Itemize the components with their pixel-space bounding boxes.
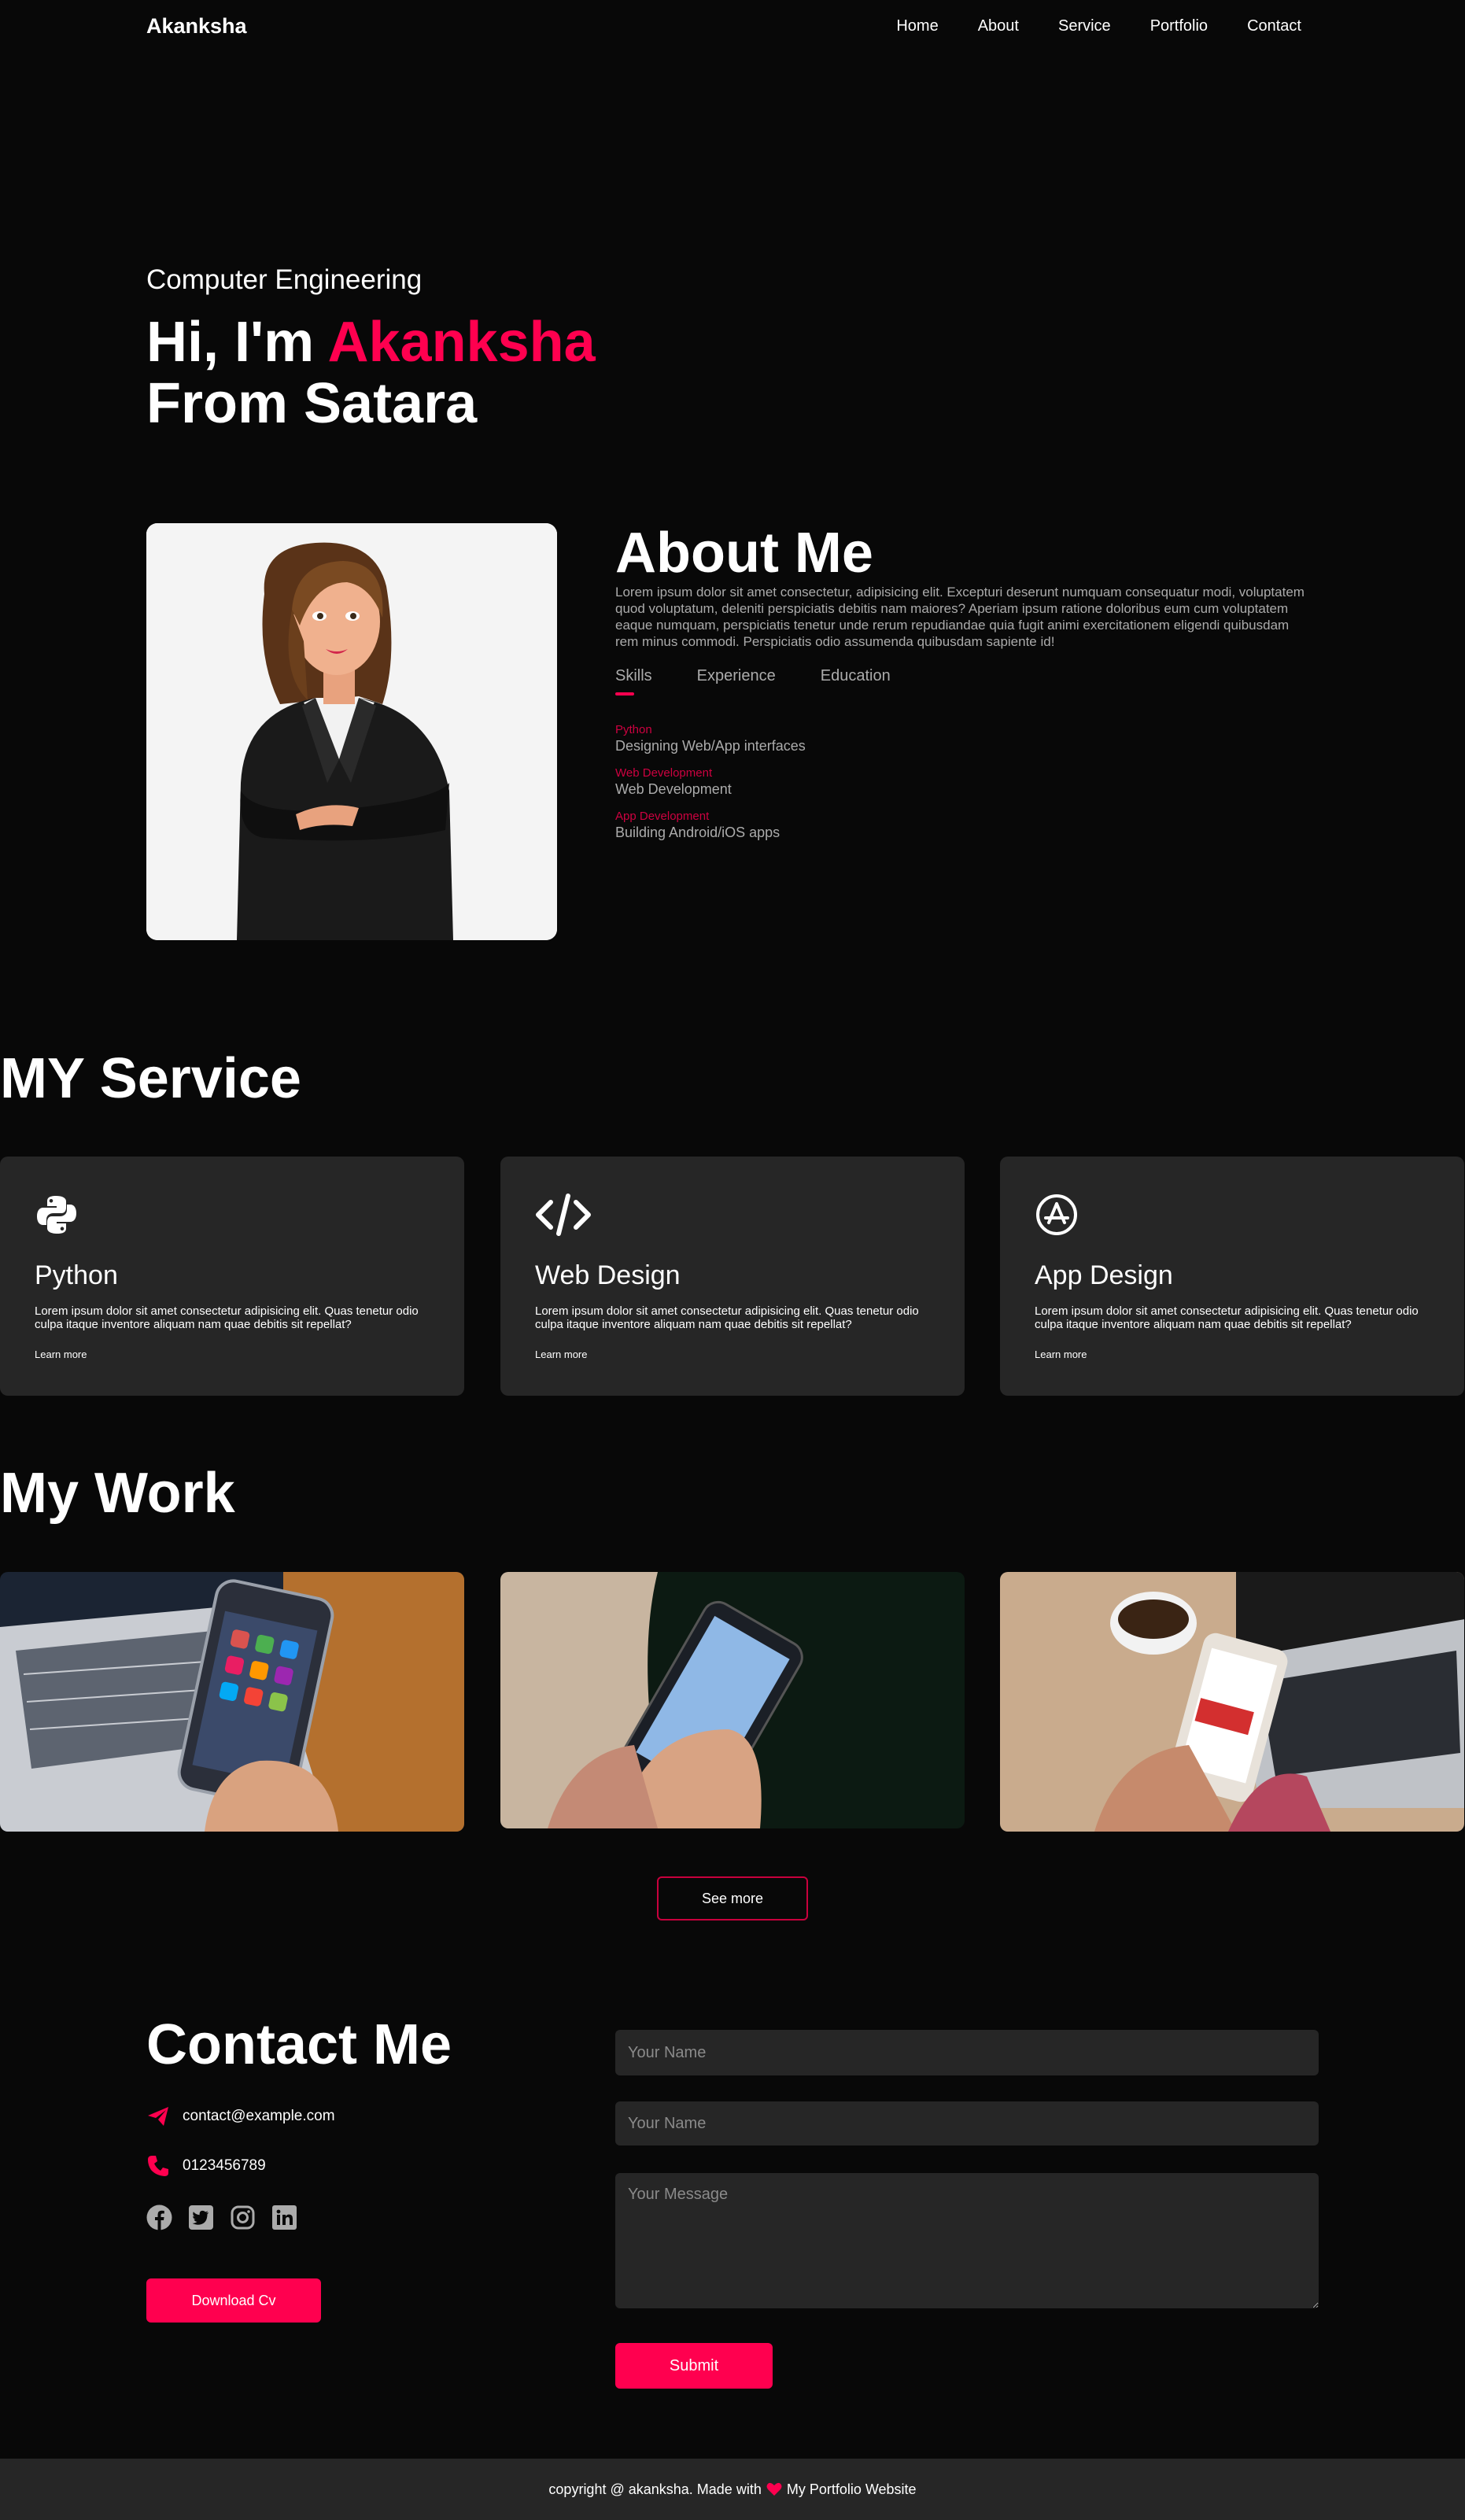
profile-illustration: [146, 523, 557, 940]
service-title: Web Design: [535, 1260, 681, 1290]
footer: copyright @ akanksha. Made with My Portf…: [0, 2459, 1465, 2520]
paper-plane-icon: [148, 2107, 168, 2126]
see-more-button[interactable]: See more: [657, 1876, 808, 1920]
navbar: Akanksha Home About Service Portfolio Co…: [0, 0, 1465, 55]
tab-experience[interactable]: Experience: [697, 667, 776, 685]
learn-more-link[interactable]: Learn more: [35, 1349, 87, 1360]
service-title: Python: [35, 1260, 118, 1290]
about-paragraph: Lorem ipsum dolor sit amet consectetur, …: [615, 585, 1304, 649]
work-image-1[interactable]: [0, 1572, 464, 1832]
python-icon: [37, 1196, 76, 1234]
service-card-app-design: App Design Lorem ipsum dolor sit amet co…: [1000, 1157, 1464, 1396]
footer-copyright: copyright @ akanksha. Made with: [548, 2481, 762, 2497]
nav-item-about[interactable]: About: [978, 17, 1019, 35]
work-title: My Work: [0, 1462, 235, 1525]
message-textarea[interactable]: [615, 2173, 1319, 2308]
list-item: Python Designing Web/App interfaces: [615, 722, 806, 755]
service-text: Lorem ipsum dolor sit amet consectetur a…: [35, 1304, 419, 1331]
contact-email-row: contact@example.com: [146, 2105, 335, 2128]
site-logo[interactable]: Akanksha: [146, 14, 247, 39]
skill-name: App Development: [615, 810, 710, 823]
service-text: Lorem ipsum dolor sit amet consectetur a…: [1035, 1304, 1419, 1331]
contact-phone-row: 0123456789: [146, 2154, 266, 2178]
skill-desc: Designing Web/App interfaces: [615, 738, 806, 754]
skill-name: Web Development: [615, 766, 713, 780]
learn-more-link[interactable]: Learn more: [535, 1349, 587, 1360]
service-card-web-design: Web Design Lorem ipsum dolor sit amet co…: [500, 1157, 965, 1396]
facebook-icon[interactable]: [146, 2205, 172, 2230]
tab-education[interactable]: Education: [821, 667, 891, 685]
hero-location: From Satara: [146, 372, 478, 435]
download-cv-button[interactable]: Download Cv: [146, 2278, 321, 2323]
skill-desc: Building Android/iOS apps: [615, 825, 780, 840]
list-item: Web Development Web Development: [615, 766, 806, 798]
hero-greeting: Hi, I'm: [146, 311, 328, 374]
submit-button[interactable]: Submit: [615, 2343, 773, 2389]
work-image-3[interactable]: [1000, 1572, 1464, 1832]
twitter-icon[interactable]: [188, 2205, 214, 2230]
nav-item-home[interactable]: Home: [896, 17, 938, 35]
list-item: App Development Building Android/iOS app…: [615, 809, 806, 841]
nav-item-portfolio[interactable]: Portfolio: [1150, 17, 1208, 35]
work-image-2[interactable]: [500, 1572, 965, 1828]
skill-desc: Web Development: [615, 781, 732, 797]
phone-icon: [148, 2156, 168, 2176]
linkedin-icon[interactable]: [271, 2205, 297, 2230]
hero-name: Akanksha: [327, 311, 596, 374]
footer-site-name: My Portfolio Website: [786, 2481, 917, 2497]
skills-list: Python Designing Web/App interfaces Web …: [615, 722, 806, 852]
learn-more-link[interactable]: Learn more: [1035, 1349, 1087, 1360]
name-input[interactable]: [615, 2030, 1319, 2075]
code-icon: [536, 1194, 591, 1236]
about-tabs: Skills Experience Education: [615, 667, 891, 695]
about-title: About Me: [615, 522, 873, 585]
social-icons: [146, 2205, 297, 2230]
tab-skills[interactable]: Skills: [615, 667, 652, 695]
service-card-python: Python Lorem ipsum dolor sit amet consec…: [0, 1157, 464, 1396]
name-input-2[interactable]: [615, 2101, 1319, 2146]
app-store-icon: [1036, 1194, 1077, 1235]
contact-title: Contact Me: [146, 2013, 452, 2076]
hero-subtitle: Computer Engineering: [146, 264, 423, 295]
nav-menu: Home About Service Portfolio Contact: [896, 17, 1301, 35]
instagram-icon[interactable]: [230, 2205, 256, 2230]
heart-icon: [766, 2482, 782, 2496]
contact-phone[interactable]: 0123456789: [183, 2157, 266, 2175]
contact-email[interactable]: contact@example.com: [183, 2108, 335, 2125]
nav-item-service[interactable]: Service: [1058, 17, 1111, 35]
service-text: Lorem ipsum dolor sit amet consectetur a…: [535, 1304, 919, 1331]
service-title: App Design: [1035, 1260, 1173, 1290]
nav-item-contact[interactable]: Contact: [1247, 17, 1301, 35]
services-title: MY Service: [0, 1047, 301, 1110]
hero-title: Hi, I'm Akanksha From Satara: [146, 312, 596, 434]
skill-name: Python: [615, 723, 652, 736]
